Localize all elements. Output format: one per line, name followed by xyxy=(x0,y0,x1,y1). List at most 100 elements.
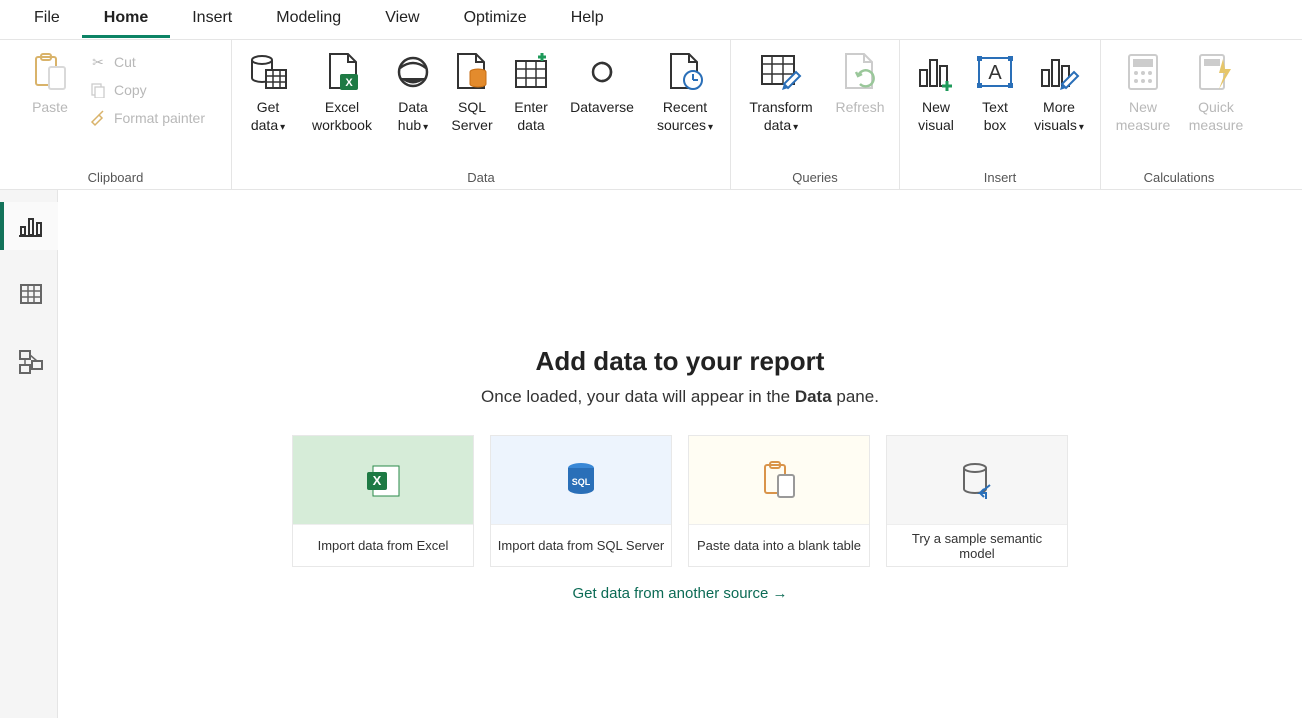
excel-workbook-label: Excel workbook xyxy=(304,98,380,134)
group-insert-label: Insert xyxy=(984,168,1017,187)
group-clipboard-label: Clipboard xyxy=(88,168,144,187)
recent-sources-label: Recent sources xyxy=(657,99,707,133)
file-clock-icon xyxy=(665,50,705,94)
text-box-button[interactable]: A Text box xyxy=(970,46,1020,134)
get-data-label: Get data xyxy=(251,99,279,133)
group-calculations: New measure Quick measure Calculations xyxy=(1101,40,1257,189)
canvas-title: Add data to your report xyxy=(536,346,825,377)
new-measure-button: New measure xyxy=(1109,46,1177,134)
copy-icon xyxy=(88,80,108,100)
svg-text:A: A xyxy=(988,62,1002,84)
group-data: Get data▾ X Excel workbook Data hub▾ SQL… xyxy=(232,40,731,189)
group-calculations-label: Calculations xyxy=(1144,168,1215,187)
svg-text:SQL: SQL xyxy=(572,477,591,487)
sql-server-button[interactable]: SQL Server xyxy=(444,46,500,134)
quick-measure-label: Quick measure xyxy=(1185,98,1247,134)
calculator-icon xyxy=(1126,50,1160,94)
svg-text:X: X xyxy=(373,473,382,488)
chevron-down-icon: ▾ xyxy=(423,121,428,134)
table-pencil-icon xyxy=(760,50,802,94)
enter-data-label: Enter data xyxy=(508,98,554,134)
dataverse-button[interactable]: Dataverse xyxy=(562,46,642,134)
card-import-sql[interactable]: SQL Import data from SQL Server xyxy=(490,435,672,567)
table-plus-icon xyxy=(512,50,550,94)
chevron-down-icon: ▾ xyxy=(1079,121,1084,134)
chevron-down-icon: ▾ xyxy=(280,121,285,134)
rail-model-view[interactable] xyxy=(0,338,58,386)
sql-card-icon: SQL xyxy=(491,436,671,524)
recent-sources-button[interactable]: Recent sources▾ xyxy=(648,46,722,134)
copy-button: Copy xyxy=(84,78,209,102)
group-data-label: Data xyxy=(467,168,494,187)
tab-insert[interactable]: Insert xyxy=(170,1,254,38)
model-icon xyxy=(18,349,44,375)
card-paste-data[interactable]: Paste data into a blank table xyxy=(688,435,870,567)
cut-button: ✂ Cut xyxy=(84,50,209,74)
card-import-sql-label: Import data from SQL Server xyxy=(491,524,671,566)
format-painter-button: Format painter xyxy=(84,106,209,130)
card-sample-model[interactable]: Try a sample semantic model xyxy=(886,435,1068,567)
group-insert: New visual A Text box More visuals▾ Inse… xyxy=(900,40,1101,189)
get-data-button[interactable]: Get data▾ xyxy=(240,46,296,134)
sql-file-icon xyxy=(452,50,492,94)
bar-chart-icon xyxy=(19,214,43,238)
canvas-subtitle-pre: Once loaded, your data will appear in th… xyxy=(481,387,795,406)
cut-label: Cut xyxy=(114,54,136,70)
card-sample-model-label: Try a sample semantic model xyxy=(887,524,1067,566)
transform-data-label: Transform data xyxy=(749,99,812,133)
canvas-subtitle: Once loaded, your data will appear in th… xyxy=(481,387,879,407)
menu-tabs: File Home Insert Modeling View Optimize … xyxy=(0,0,1302,40)
new-measure-label: New measure xyxy=(1111,98,1175,134)
get-data-another-source-link[interactable]: Get data from another source → xyxy=(572,585,787,602)
canvas-subtitle-post: pane. xyxy=(832,387,879,406)
left-rail xyxy=(0,190,58,718)
tab-home[interactable]: Home xyxy=(82,1,170,38)
database-grid-icon xyxy=(248,50,288,94)
rail-table-view[interactable] xyxy=(0,270,58,318)
file-refresh-icon xyxy=(840,50,880,94)
more-visuals-button[interactable]: More visuals▾ xyxy=(1026,46,1092,134)
group-queries-label: Queries xyxy=(792,168,838,187)
sql-server-label: SQL Server xyxy=(446,98,498,134)
excel-file-icon: X xyxy=(322,50,362,94)
group-clipboard: Paste ✂ Cut Copy Format painter xyxy=(0,40,232,189)
copy-label: Copy xyxy=(114,82,147,98)
scissors-icon: ✂ xyxy=(88,52,108,72)
calculator-bolt-icon xyxy=(1197,50,1235,94)
dataverse-label: Dataverse xyxy=(570,98,634,134)
chevron-down-icon: ▾ xyxy=(793,121,798,134)
table-icon xyxy=(19,282,43,306)
globe-icon xyxy=(395,50,431,94)
new-visual-button[interactable]: New visual xyxy=(908,46,964,134)
text-box-icon: A xyxy=(975,50,1015,94)
transform-data-button[interactable]: Transform data▾ xyxy=(739,46,823,134)
tab-optimize[interactable]: Optimize xyxy=(442,1,549,38)
group-queries: Transform data▾ Refresh Queries xyxy=(731,40,900,189)
workspace: Add data to your report Once loaded, you… xyxy=(0,190,1302,718)
chevron-down-icon: ▾ xyxy=(708,121,713,134)
tab-modeling[interactable]: Modeling xyxy=(254,1,363,38)
chart-plus-icon xyxy=(916,50,956,94)
data-source-cards: X Import data from Excel SQL Import data… xyxy=(292,435,1068,567)
tab-file[interactable]: File xyxy=(12,1,82,38)
text-box-label: Text box xyxy=(972,98,1018,134)
brush-icon xyxy=(88,108,108,128)
paste-label: Paste xyxy=(32,98,68,134)
svg-text:X: X xyxy=(345,77,353,89)
database-arrow-icon xyxy=(887,436,1067,524)
paste-icon xyxy=(33,50,67,94)
card-import-excel-label: Import data from Excel xyxy=(293,524,473,566)
card-import-excel[interactable]: X Import data from Excel xyxy=(292,435,474,567)
excel-workbook-button[interactable]: X Excel workbook xyxy=(302,46,382,134)
tab-help[interactable]: Help xyxy=(549,1,626,38)
new-visual-label: New visual xyxy=(910,98,962,134)
rail-report-view[interactable] xyxy=(0,202,58,250)
chart-pencil-icon xyxy=(1038,50,1080,94)
refresh-label: Refresh xyxy=(835,98,884,134)
ribbon: Paste ✂ Cut Copy Format painter xyxy=(0,40,1302,190)
dataverse-icon xyxy=(583,50,621,94)
tab-view[interactable]: View xyxy=(363,1,441,38)
more-visuals-label: More visuals xyxy=(1034,99,1077,133)
enter-data-button[interactable]: Enter data xyxy=(506,46,556,134)
data-hub-button[interactable]: Data hub▾ xyxy=(388,46,438,134)
